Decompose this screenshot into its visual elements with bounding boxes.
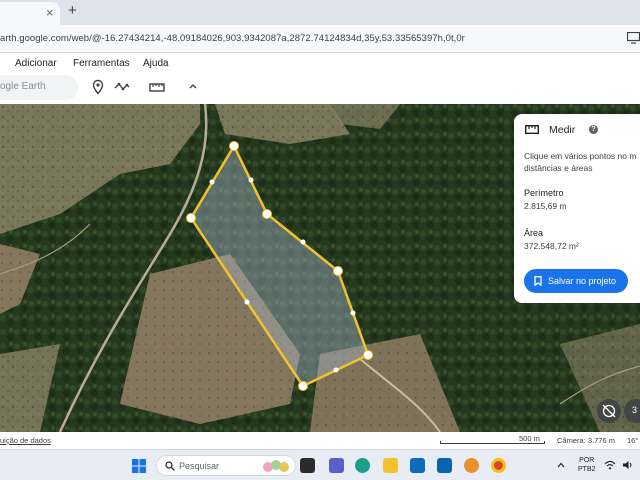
- location-pin-icon[interactable]: [90, 79, 106, 95]
- scale-label: 500 m: [519, 434, 540, 443]
- search-icon: [165, 461, 175, 471]
- close-tab-icon[interactable]: ×: [46, 5, 54, 21]
- cast-screen-icon[interactable]: [627, 32, 640, 44]
- search-placeholder: ogle Earth: [0, 81, 46, 92]
- menu-ajuda[interactable]: Ajuda: [143, 58, 169, 69]
- disable-satellite-button[interactable]: [597, 399, 621, 423]
- measure-panel: Medir ? Clique em vários pontos no m dis…: [514, 114, 640, 303]
- map-status-bar: uição de dados 500 m Câmera: 3.776 m 16°: [0, 432, 640, 449]
- camera-altitude: Câmera: 3.776 m: [557, 436, 615, 445]
- browser-tab-strip: × +: [0, 0, 640, 25]
- taskbar-search-placeholder: Pesquisar: [179, 461, 220, 471]
- menu-adicionar[interactable]: Adicionar: [15, 58, 57, 69]
- new-tab-button[interactable]: +: [68, 3, 77, 19]
- ruler-icon[interactable]: [149, 79, 165, 95]
- firefox-icon[interactable]: [464, 458, 479, 473]
- data-attribution-link[interactable]: uição de dados: [0, 436, 51, 445]
- teams-icon[interactable]: [329, 458, 344, 473]
- earth-toolbar: Adicionar Ferramentas Ajuda ogle Earth: [0, 53, 640, 104]
- file-explorer-icon[interactable]: [383, 458, 398, 473]
- area-value: 372.548,72 m²: [524, 241, 579, 251]
- perimeter-label: Perímetro: [524, 188, 564, 198]
- windows-taskbar: Pesquisar POR PTB2: [0, 449, 640, 480]
- edge-icon[interactable]: [355, 458, 370, 473]
- satellite-off-icon: [602, 404, 616, 418]
- mail-icon[interactable]: [410, 458, 425, 473]
- chevron-up-icon[interactable]: [185, 79, 201, 95]
- task-view-icon[interactable]: [300, 458, 315, 473]
- perimeter-value: 2.815,69 m: [524, 201, 567, 211]
- bookmark-icon: [534, 276, 542, 286]
- volume-icon[interactable]: [622, 460, 634, 470]
- taskbar-search-input[interactable]: Pesquisar: [156, 455, 296, 476]
- measure-title: Medir: [549, 124, 576, 136]
- tilt-readout: 16°: [627, 436, 639, 445]
- area-label: Área: [524, 228, 544, 238]
- language-indicator[interactable]: POR PTB2: [578, 456, 596, 474]
- url-field[interactable]: arth.google.com/web/@-16.27434214,-48.09…: [0, 33, 465, 44]
- earth-search-input[interactable]: ogle Earth: [0, 75, 78, 100]
- windows-start-icon[interactable]: [132, 459, 146, 473]
- address-bar: arth.google.com/web/@-16.27434214,-48.09…: [0, 25, 640, 53]
- save-button-label: Salvar no projeto: [548, 276, 617, 286]
- outlook-icon[interactable]: [437, 458, 452, 473]
- path-icon[interactable]: [114, 79, 130, 95]
- ruler-icon: [525, 125, 539, 134]
- menu-ferramentas[interactable]: Ferramentas: [73, 58, 130, 69]
- measure-instructions: Clique em vários pontos no m distâncias …: [524, 151, 637, 173]
- chrome-icon[interactable]: [491, 458, 506, 473]
- search-highlight-icon: [263, 460, 289, 472]
- tray-chevron-icon[interactable]: [557, 462, 565, 468]
- help-icon[interactable]: ?: [589, 125, 598, 134]
- browser-tab[interactable]: ×: [0, 2, 60, 25]
- 3d-label: 3: [632, 405, 638, 415]
- save-to-project-button[interactable]: Salvar no projeto: [524, 269, 628, 293]
- wifi-icon[interactable]: [604, 460, 616, 470]
